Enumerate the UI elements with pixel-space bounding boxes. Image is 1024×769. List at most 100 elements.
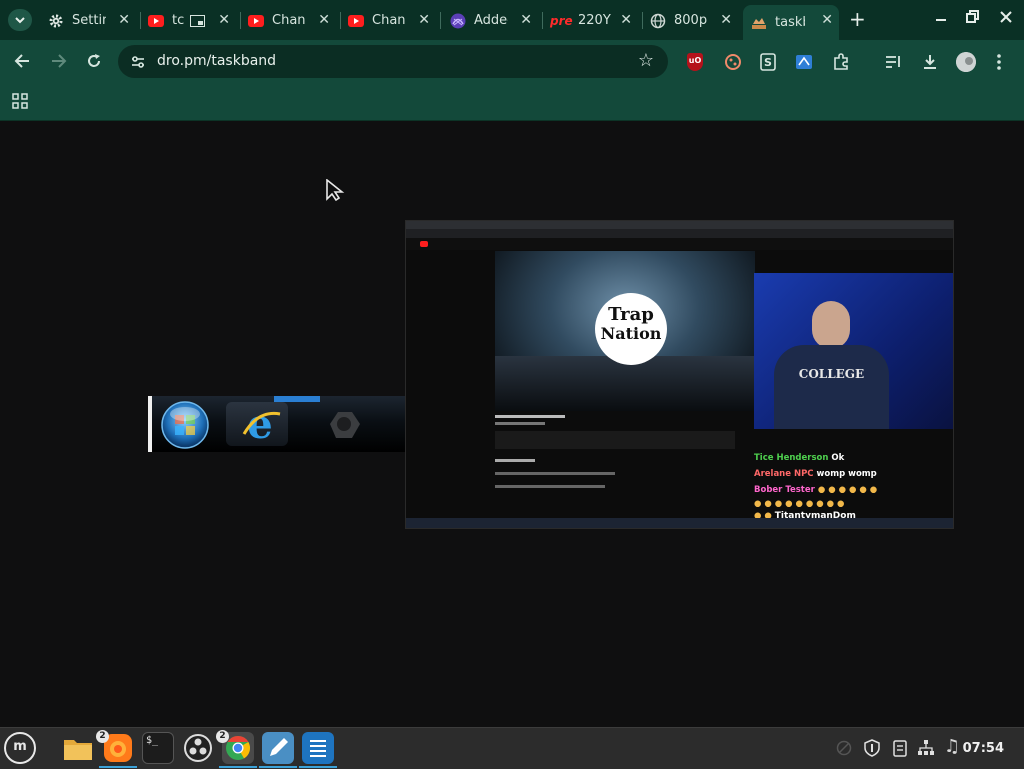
tab-separator <box>240 12 241 29</box>
profile-avatar[interactable] <box>956 52 976 72</box>
taskbar-app-writer[interactable] <box>299 732 337 768</box>
tab-title: Settings <box>72 13 106 28</box>
globe-purple-icon <box>450 13 466 28</box>
tab-separator <box>642 12 643 29</box>
close-icon[interactable]: ✕ <box>720 12 732 28</box>
close-icon[interactable]: ✕ <box>620 12 632 28</box>
document-icon <box>310 740 326 757</box>
person-head <box>812 301 850 349</box>
tab-youtube-channel-1[interactable]: Channel ✕ <box>248 7 336 34</box>
site-settings-icon[interactable] <box>130 54 146 70</box>
close-icon <box>1000 11 1012 23</box>
preview-toolbar <box>406 229 953 238</box>
bookmarks-bar <box>0 84 1024 121</box>
close-icon[interactable]: ✕ <box>520 12 532 28</box>
folder-icon <box>64 740 92 760</box>
url-text[interactable]: dro.pm/taskband <box>157 53 276 69</box>
tab-800p[interactable]: 800p ✕ <box>650 7 738 34</box>
taskbar-app-obs[interactable] <box>182 732 214 764</box>
taskbar-app-files[interactable] <box>62 732 94 764</box>
extensions-puzzle-icon[interactable] <box>832 53 850 71</box>
person-shirt: COLLEGE <box>774 345 889 429</box>
linux-mint-menu-icon: m <box>13 739 27 754</box>
windows-orb-icon[interactable] <box>160 400 210 450</box>
page-content: e Trap Nation COLLEGE Tice Henderson Ok … <box>0 121 1024 727</box>
preview-video-info <box>495 413 755 523</box>
browser-menu-button[interactable] <box>995 52 1003 76</box>
arrow-right-icon <box>52 54 67 68</box>
chat-emotes: ● ● ● ● ● ● ● ● ● <box>754 499 845 509</box>
youtube-icon <box>148 14 164 27</box>
tab-title: Channel <box>272 13 306 28</box>
description-box <box>495 431 735 449</box>
arrow-left-icon <box>14 54 29 68</box>
ublock-origin-icon[interactable]: uO <box>687 53 703 71</box>
comment-line <box>495 485 605 488</box>
window-count-badge: 2 <box>96 730 109 743</box>
chat-text: Ok <box>831 453 845 463</box>
cookie-extension-icon[interactable] <box>724 53 742 71</box>
taskbar-app-text-editor[interactable] <box>259 732 297 768</box>
browser-toolbar: dro.pm/taskband ☆ uO S <box>0 40 1024 84</box>
tab-pre-220y[interactable]: pre 220Y ✕ <box>550 7 638 34</box>
taskbar-app-firefox[interactable]: 2 <box>96 730 137 768</box>
music-note-icon[interactable]: ♫ <box>944 736 960 757</box>
back-button[interactable] <box>13 53 31 73</box>
svg-text:S: S <box>764 56 772 69</box>
clock[interactable]: 07:54 <box>963 741 1004 756</box>
close-icon[interactable]: ✕ <box>218 12 230 28</box>
shirt-text: COLLEGE <box>798 367 865 381</box>
s-extension-icon[interactable]: S <box>759 53 777 71</box>
translate-extension-icon[interactable] <box>795 53 813 71</box>
chevron-down-icon <box>15 17 25 24</box>
pre-logo-icon: pre <box>550 13 573 28</box>
new-tab-button[interactable]: + <box>849 8 866 30</box>
taskbar-app-chrome[interactable]: 2 <box>216 730 257 768</box>
tab-title: 220Y <box>578 13 611 28</box>
shield-icon[interactable] <box>864 739 880 757</box>
chat-text: womp womp <box>816 469 877 479</box>
minimize-icon <box>936 19 946 21</box>
clipboard-icon[interactable] <box>892 739 908 757</box>
network-icon[interactable] <box>917 739 935 757</box>
address-bar[interactable]: dro.pm/taskband ☆ <box>118 45 668 78</box>
close-icon[interactable]: ✕ <box>118 12 130 28</box>
close-icon[interactable]: ✕ <box>418 12 430 28</box>
bookmark-star-icon[interactable]: ☆ <box>638 50 654 71</box>
tab-title: 800p <box>674 13 708 28</box>
tab-youtube-channel-2[interactable]: Channel ✕ <box>348 7 436 34</box>
tab-youtube-tc[interactable]: tc ✕ <box>148 7 236 34</box>
blocked-icon[interactable] <box>836 740 852 756</box>
tab-separator <box>340 12 341 29</box>
media-queue-icon[interactable] <box>884 53 902 71</box>
logo-line1: Trap <box>608 304 654 325</box>
reload-button[interactable] <box>86 53 102 73</box>
menu-button[interactable]: m <box>4 732 36 764</box>
mouse-cursor-icon <box>326 179 345 201</box>
tab-strip: Settings ✕ tc ✕ Channel ✕ Channel ✕ Adde… <box>0 0 1024 40</box>
obs-icon <box>184 734 212 762</box>
internet-explorer-icon[interactable]: e <box>240 402 284 448</box>
restore-icon <box>966 10 979 23</box>
close-icon[interactable]: ✕ <box>318 12 330 28</box>
close-icon[interactable]: ✕ <box>821 12 833 28</box>
webcam-overlay: COLLEGE <box>754 273 953 429</box>
minimize-button[interactable] <box>935 9 947 29</box>
download-icon[interactable] <box>921 53 939 71</box>
tab-taskband[interactable]: taskband ✕ <box>743 5 839 40</box>
apps-grid-icon[interactable] <box>12 93 28 109</box>
youtube-icon <box>248 14 264 27</box>
tab-list-dropdown-button[interactable] <box>8 9 32 31</box>
tab-separator <box>140 12 141 29</box>
restore-button[interactable] <box>966 9 980 29</box>
tab-added[interactable]: Added ✕ <box>450 7 538 34</box>
dark-app-icon[interactable] <box>322 404 366 444</box>
tab-separator <box>440 12 441 29</box>
reload-icon <box>88 54 100 67</box>
forward-button[interactable] <box>50 53 68 73</box>
close-window-button[interactable] <box>999 9 1013 29</box>
preview-tabbar <box>406 221 953 229</box>
tab-settings[interactable]: Settings ✕ <box>48 7 136 34</box>
taskbar-app-terminal[interactable]: $_ <box>142 732 174 764</box>
channel-line <box>495 422 545 425</box>
